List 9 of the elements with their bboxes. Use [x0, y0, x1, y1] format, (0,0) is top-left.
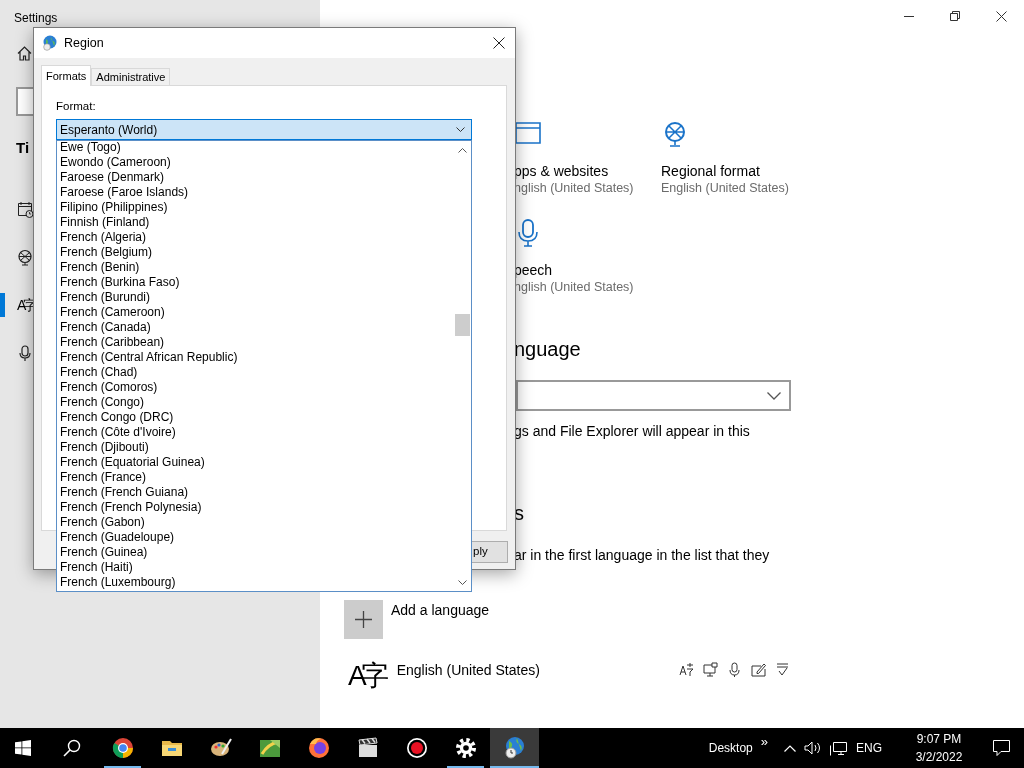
- format-label: Format:: [56, 99, 97, 113]
- section-heading: Ti: [16, 138, 30, 158]
- section-heading: nguage: [514, 337, 582, 362]
- window-title: Settings: [13, 10, 59, 27]
- language-icon: A字: [348, 662, 383, 690]
- language-name: English (United States): [396, 661, 540, 680]
- dialog-title: Region: [64, 34, 104, 52]
- tile-subtitle: English (United States): [661, 180, 790, 197]
- format-value: Esperanto (World): [60, 121, 158, 139]
